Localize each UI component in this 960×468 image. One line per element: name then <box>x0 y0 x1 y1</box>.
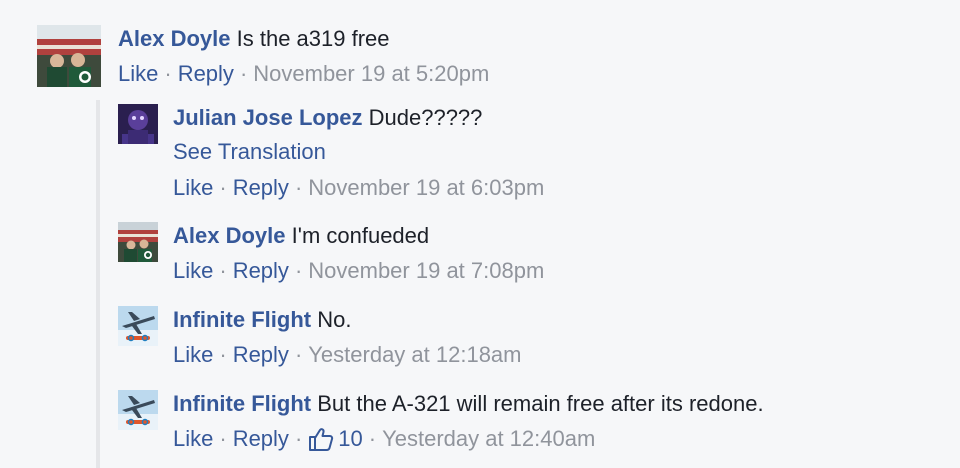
reply-link[interactable]: Reply <box>233 174 289 202</box>
separator: · <box>219 175 227 200</box>
reply: Julian Jose Lopez Dude????? See Translat… <box>118 104 544 202</box>
comment-body: Infinite Flight But the A-321 will remai… <box>173 390 764 453</box>
separator: · <box>368 426 377 451</box>
like-count-value: 10 <box>338 426 363 451</box>
comment-timestamp[interactable]: November 19 at 5:20pm <box>253 60 489 88</box>
comment-thread: Alex Doyle Is the a319 free Like · Reply… <box>0 0 960 468</box>
separator: · <box>219 342 227 367</box>
comment-author[interactable]: Alex Doyle <box>173 223 286 248</box>
reply: Infinite Flight No. Like · Reply · Yeste… <box>118 306 522 369</box>
comment-line: Infinite Flight No. <box>173 306 522 334</box>
comment-line: Julian Jose Lopez Dude????? <box>173 104 544 132</box>
julian-jose-lopez-avatar-image <box>118 104 158 144</box>
infinite-flight-avatar-image <box>118 306 158 346</box>
comment-timestamp[interactable]: November 19 at 7:08pm <box>308 257 544 285</box>
comment-text: No. <box>317 307 352 332</box>
comment-author[interactable]: Julian Jose Lopez <box>173 105 363 130</box>
comment-author[interactable]: Infinite Flight <box>173 307 311 332</box>
comment-body: Alex Doyle I'm confueded Like · Reply · … <box>173 222 544 285</box>
comment-text: I'm confueded <box>291 223 430 248</box>
infinite-flight-avatar-image <box>118 390 158 430</box>
comment-line: Alex Doyle I'm confueded <box>173 222 544 250</box>
reply-link[interactable]: Reply <box>233 257 289 285</box>
comment-actions: Like · Reply · November 19 at 7:08pm <box>173 257 544 285</box>
comment-author[interactable]: Alex Doyle <box>118 26 231 51</box>
comment-body: Julian Jose Lopez Dude????? See Translat… <box>173 104 544 202</box>
comment-actions: Like · Reply · November 19 at 5:20pm <box>118 60 489 88</box>
reply-link[interactable]: Reply <box>233 341 289 369</box>
comment: Alex Doyle Is the a319 free Like · Reply… <box>37 25 489 88</box>
reply-link[interactable]: Reply <box>178 60 234 88</box>
comment-body: Alex Doyle Is the a319 free Like · Reply… <box>118 25 489 88</box>
comment-line: Alex Doyle Is the a319 free <box>118 25 489 53</box>
avatar[interactable] <box>118 222 158 262</box>
reply: Infinite Flight But the A-321 will remai… <box>118 390 764 453</box>
comment-actions: Like · Reply · November 19 at 6:03pm <box>173 174 544 202</box>
comment-actions: Like · Reply · 10 · Yesterday at 12:40am <box>173 425 764 453</box>
alex-doyle-avatar-image <box>118 222 158 262</box>
reply-thread-line <box>96 100 100 468</box>
avatar[interactable] <box>118 390 158 430</box>
separator: · <box>294 175 303 200</box>
like-link[interactable]: Like <box>173 425 213 453</box>
separator: · <box>294 342 303 367</box>
comment-text: But the A-321 will remain free after its… <box>317 391 764 416</box>
separator: · <box>294 426 303 451</box>
reply-link[interactable]: Reply <box>233 425 289 453</box>
separator: · <box>219 258 227 283</box>
comment-text: Is the a319 free <box>236 26 390 51</box>
comment-timestamp[interactable]: Yesterday at 12:40am <box>382 425 595 453</box>
separator: · <box>219 426 227 451</box>
comment-actions: Like · Reply · Yesterday at 12:18am <box>173 341 522 369</box>
comment-line: Infinite Flight But the A-321 will remai… <box>173 390 764 418</box>
comment-timestamp[interactable]: Yesterday at 12:18am <box>308 341 521 369</box>
like-link[interactable]: Like <box>173 257 213 285</box>
avatar[interactable] <box>118 306 158 346</box>
comment-text: Dude????? <box>368 105 483 130</box>
separator: · <box>294 258 303 283</box>
alex-doyle-avatar-image <box>37 25 101 87</box>
avatar[interactable] <box>37 25 101 87</box>
separator: · <box>239 61 248 86</box>
reply: Alex Doyle I'm confueded Like · Reply · … <box>118 222 544 285</box>
comment-body: Infinite Flight No. Like · Reply · Yeste… <box>173 306 522 369</box>
thumbs-up-icon <box>309 428 334 451</box>
like-link[interactable]: Like <box>173 341 213 369</box>
like-link[interactable]: Like <box>118 60 158 88</box>
see-translation-link[interactable]: See Translation <box>173 138 544 166</box>
comment-timestamp[interactable]: November 19 at 6:03pm <box>308 174 544 202</box>
like-count[interactable]: 10 <box>308 425 363 453</box>
like-link[interactable]: Like <box>173 174 213 202</box>
comment-author[interactable]: Infinite Flight <box>173 391 311 416</box>
avatar[interactable] <box>118 104 158 144</box>
separator: · <box>164 61 172 86</box>
